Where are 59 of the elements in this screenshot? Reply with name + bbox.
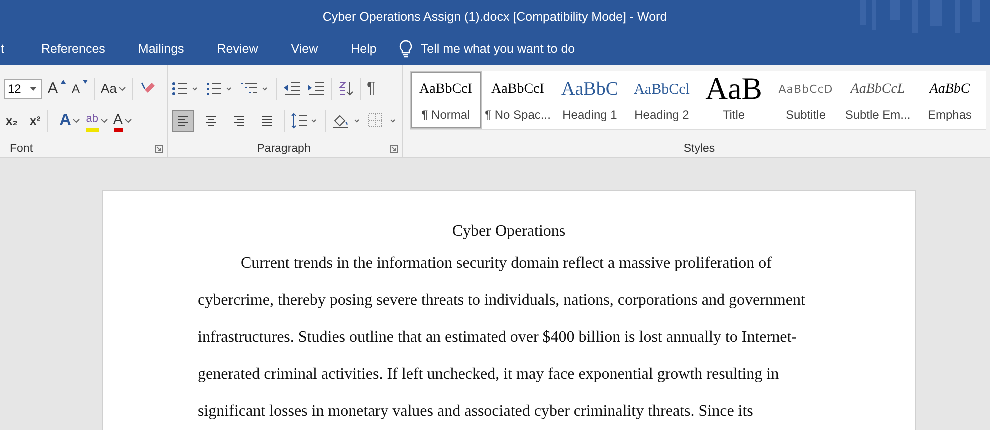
chevron-down-icon	[73, 119, 80, 123]
document-title: Cyber Operations	[451, 222, 567, 242]
superscript-button[interactable]: x²	[30, 112, 41, 130]
chevron-down-icon	[100, 119, 108, 123]
align-icon	[204, 115, 218, 127]
style-item[interactable]: AaBbCcL Subtle Em...	[842, 71, 914, 129]
paragraph-line: Current trends in the information security domain reflect a massive proliferation of	[240, 254, 773, 274]
tell-me-field[interactable]: Tell me what you want to do	[420, 42, 576, 56]
paragraph-line: significant losses in monetary values and associated cyber criminality threats. Since its	[198, 402, 754, 422]
ribbon-tab[interactable]: Review	[198, 42, 272, 56]
numbered-list-icon[interactable]	[206, 82, 234, 96]
increase-indent-icon[interactable]	[307, 82, 325, 96]
ribbon-tab[interactable]: Mailings	[119, 42, 198, 56]
ribbon-tab[interactable]: References	[22, 42, 120, 56]
sort-icon[interactable]	[338, 81, 354, 97]
paragraph-line: cybercrime, thereby posing severe threats to individuals, nations, corporations and government	[198, 291, 806, 311]
window-title: Cyber Operations Assign (1).docx [Compatibility Mode] - Word	[322, 10, 668, 24]
grow-font-button[interactable]: A	[48, 80, 66, 98]
paragraph-line: generated criminal activities. If left unchecked, it may face exponential growth resulting in	[198, 365, 780, 385]
style-item[interactable]: AaBbCcI ¶ No Spac...	[482, 71, 554, 129]
caret-icon	[30, 87, 37, 91]
align-button[interactable]	[172, 110, 194, 132]
lightbulb-icon	[398, 40, 413, 58]
dialog-launcher-icon[interactable]	[390, 145, 398, 153]
shrink-font-button[interactable]: A	[72, 80, 88, 98]
align-icon	[232, 115, 246, 127]
down-triangle-icon	[83, 80, 88, 84]
ribbon-tab[interactable]: View	[272, 42, 332, 56]
align-icon	[176, 115, 190, 127]
group-label: Paragraph	[257, 143, 311, 155]
text-effects-button[interactable]: A	[60, 112, 80, 130]
style-item[interactable]: AaBbC Emphas	[914, 71, 986, 129]
paragraph-line: infrastructures. Studies outline that an estimated over $400 billion is lost annually to Internet-	[198, 328, 798, 348]
highlight-button[interactable]: ab	[86, 110, 108, 132]
font-color-button[interactable]: A	[114, 110, 132, 132]
ribbon-tab[interactable]: Help	[332, 42, 391, 56]
dialog-launcher-icon[interactable]	[155, 145, 163, 153]
bullet-list-icon[interactable]	[172, 82, 200, 96]
change-case-button[interactable]: Aa	[101, 80, 126, 98]
chevron-down-icon	[124, 119, 132, 123]
paint-bucket-icon[interactable]	[332, 113, 362, 129]
line-spacing-icon[interactable]	[291, 113, 319, 129]
style-item[interactable]: AaB Title	[698, 71, 770, 129]
multilevel-list-icon[interactable]	[240, 82, 270, 96]
subscript-button[interactable]: x₂	[6, 112, 18, 130]
ribbon-tab[interactable]: t	[0, 42, 22, 56]
show-formatting-marks-button[interactable]: ¶	[367, 80, 376, 98]
style-item[interactable]: AaBbCcD Subtitle	[770, 71, 842, 129]
align-icon	[260, 115, 274, 127]
font-size-field[interactable]: 12	[4, 79, 42, 99]
borders-icon[interactable]	[368, 113, 398, 129]
decrease-indent-icon[interactable]	[283, 82, 301, 96]
up-triangle-icon	[61, 80, 66, 84]
style-item[interactable]: AaBbC Heading 1	[554, 71, 626, 129]
chevron-down-icon	[118, 87, 126, 91]
group-label: Font	[10, 143, 34, 155]
style-item[interactable]: AaBbCcI ¶ Normal	[410, 71, 482, 129]
group-label: Styles	[684, 143, 716, 155]
style-item[interactable]: AaBbCcl Heading 2	[626, 71, 698, 129]
